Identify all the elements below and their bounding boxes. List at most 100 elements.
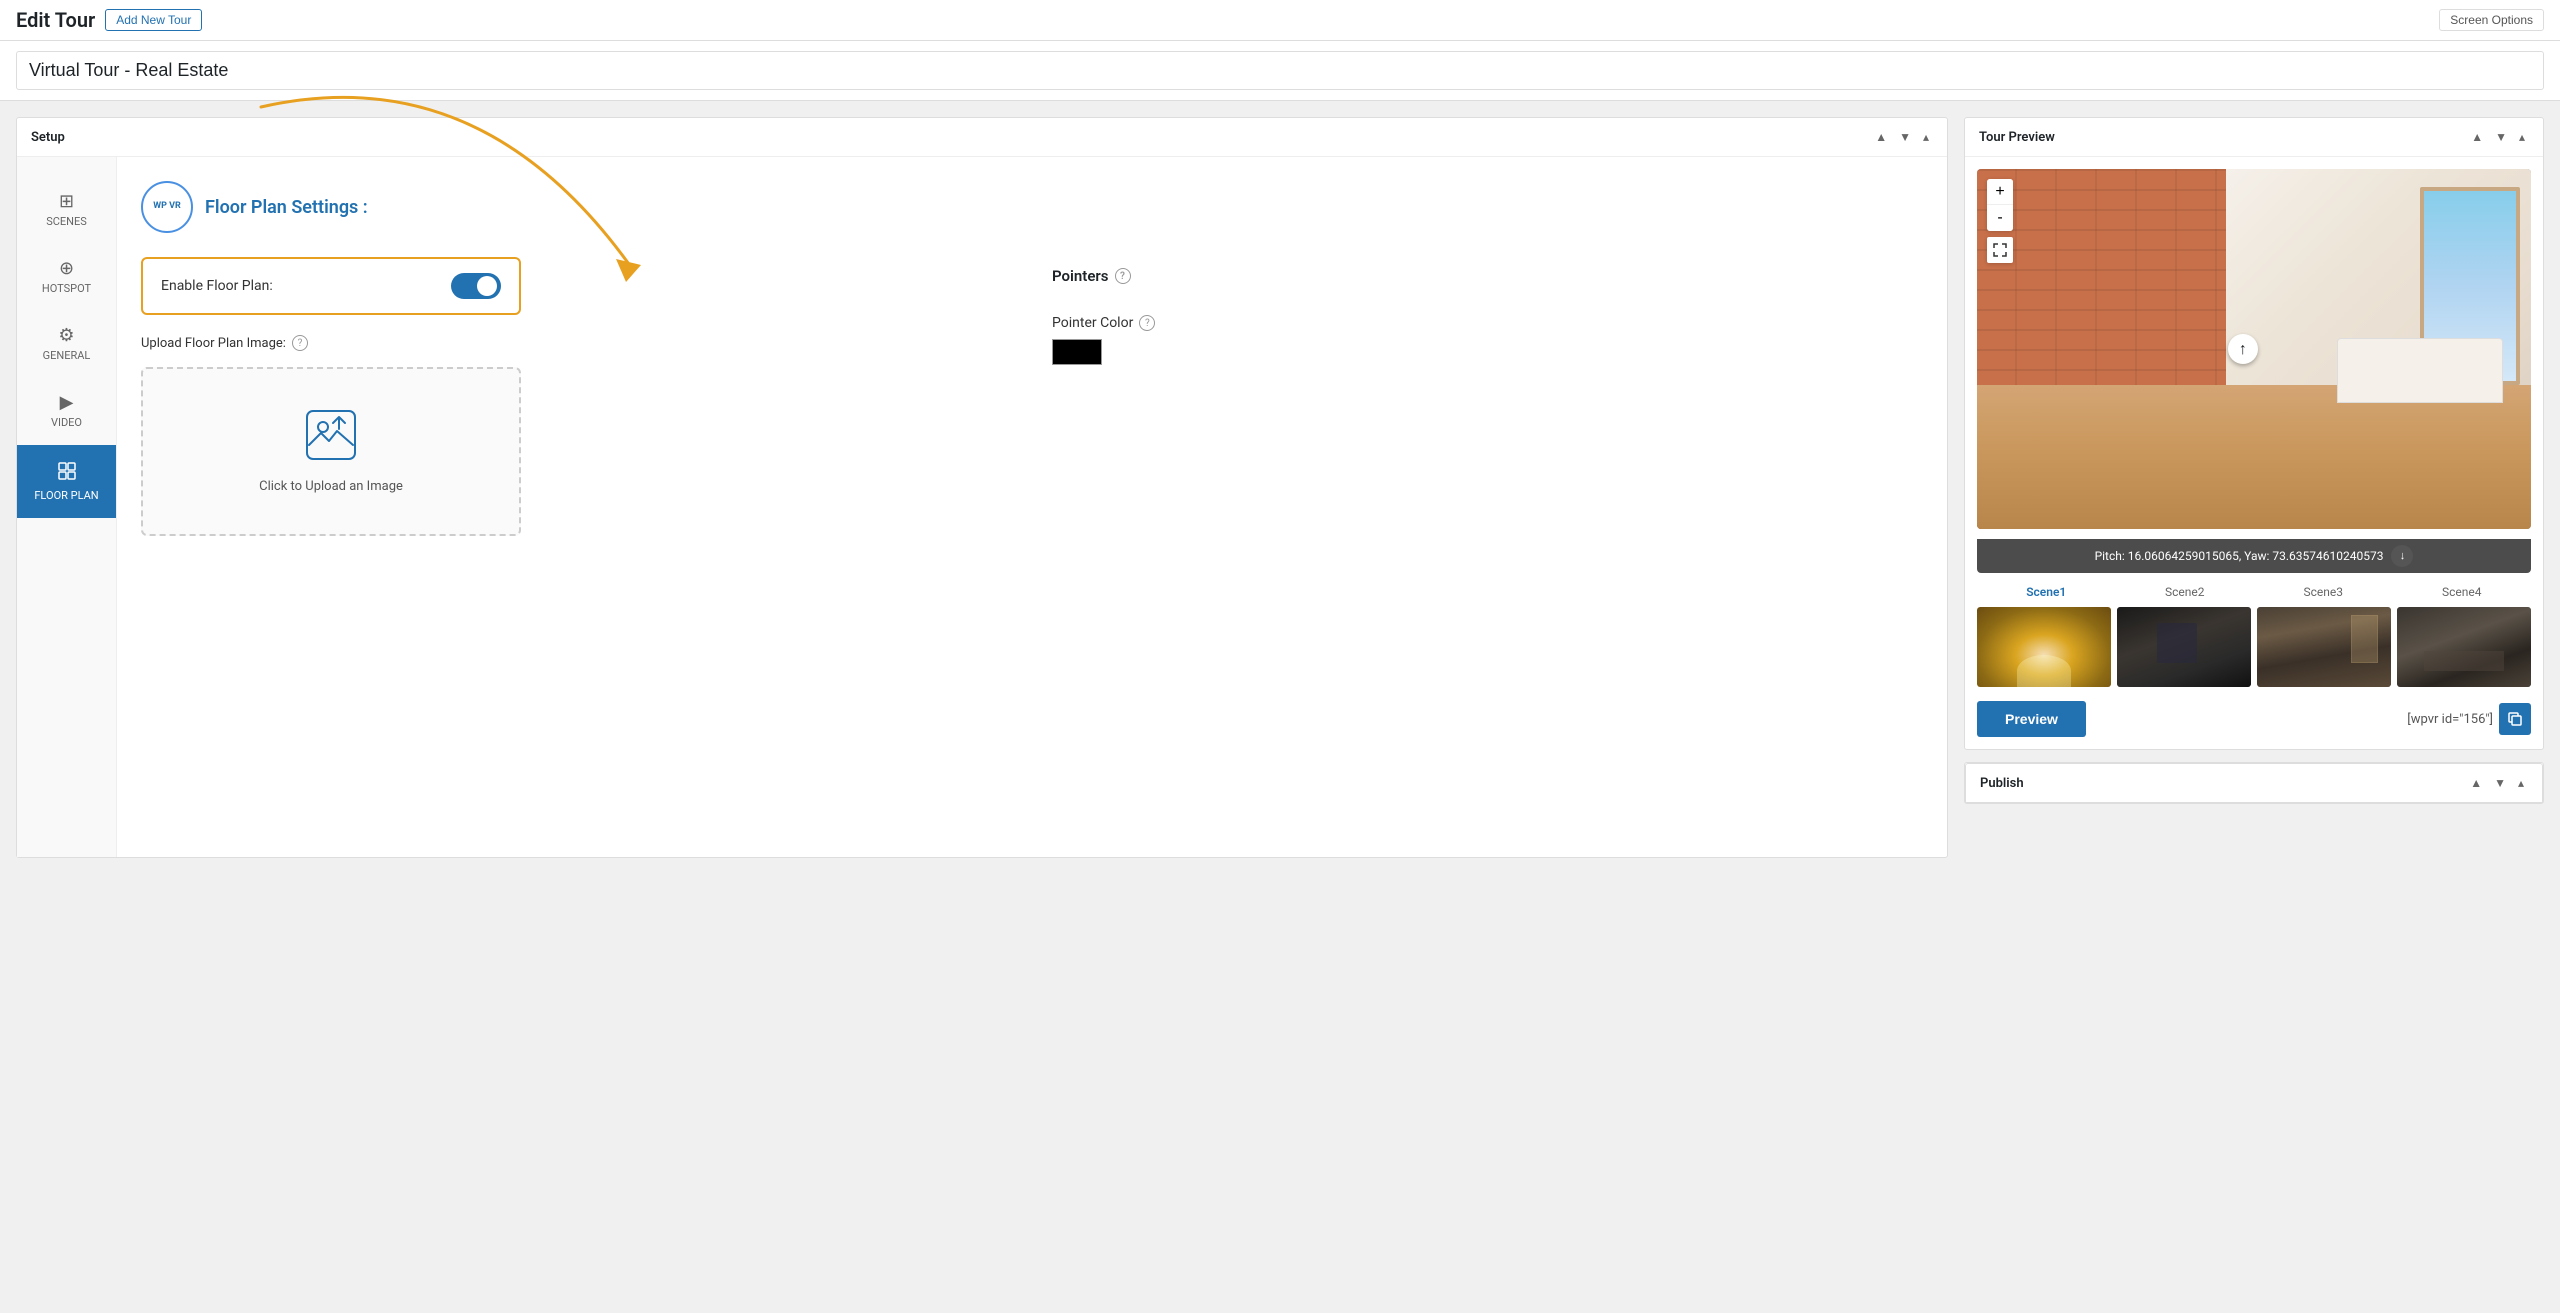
- setup-panel-title: Setup: [31, 130, 65, 145]
- main-layout: Setup ▲ ▼ ▴ ⊞ SCENES ⊕ HOTSPOT: [0, 101, 2560, 1294]
- general-icon: ⚙: [58, 327, 74, 345]
- zoom-in-button[interactable]: +: [1987, 179, 2013, 205]
- sidebar-item-hotspot[interactable]: ⊕ HOTSPOT: [17, 244, 116, 311]
- pointer-color-swatch[interactable]: [1052, 339, 1102, 365]
- scenes-icon: ⊞: [59, 193, 74, 211]
- upload-label-text: Upload Floor Plan Image:: [141, 336, 286, 351]
- publish-panel-header: Publish ▲ ▼ ▴: [1965, 763, 2543, 803]
- scene-tab-2[interactable]: Scene2: [2116, 585, 2255, 599]
- pitch-yaw-bar: Pitch: 16.06064259015065, Yaw: 73.635746…: [1977, 539, 2531, 573]
- screen-options-button[interactable]: Screen Options: [2439, 9, 2544, 31]
- publish-panel: Publish ▲ ▼ ▴: [1964, 762, 2544, 804]
- zoom-out-button[interactable]: -: [1987, 205, 2013, 231]
- preview-button[interactable]: Preview: [1977, 701, 2086, 737]
- tour-title-bar: [0, 41, 2560, 101]
- page-title: Edit Tour: [16, 8, 95, 32]
- preview-body: ↑ + -: [1965, 157, 2543, 749]
- shortcode-text: [wpvr id="156"]: [2407, 712, 2493, 727]
- preview-collapse-toggle[interactable]: ▴: [2515, 128, 2529, 146]
- floor: [1977, 385, 2531, 529]
- publish-panel-title: Publish: [1980, 776, 2024, 791]
- wpvr-logo-text: WP VR: [153, 202, 181, 212]
- pointer-color-label-text: Pointer Color: [1052, 315, 1133, 331]
- fp-content-layout: Enable Floor Plan: Upload Floor Plan Ima…: [141, 257, 1923, 536]
- preview-collapse-down[interactable]: ▼: [2491, 128, 2511, 146]
- publish-panel-controls: ▲ ▼ ▴: [2466, 774, 2528, 792]
- pointers-label: Pointers ?: [1052, 267, 1923, 285]
- setup-body: ⊞ SCENES ⊕ HOTSPOT ⚙ GENERAL ▶ VIDEO: [17, 157, 1947, 857]
- fp-right-col: Pointers ? Pointer Color ?: [1052, 257, 1923, 536]
- floorplan-icon: [57, 461, 77, 485]
- video-icon: ▶: [60, 394, 74, 412]
- tour-title-input[interactable]: [16, 51, 2544, 90]
- setup-panel-header: Setup ▲ ▼ ▴: [17, 118, 1947, 157]
- toggle-slider: [451, 273, 501, 299]
- setup-collapse-toggle[interactable]: ▴: [1919, 128, 1933, 146]
- sidebar-item-label-general: GENERAL: [43, 349, 91, 362]
- upload-text: Click to Upload an Image: [259, 479, 403, 494]
- fp-enable-row: Enable Floor Plan:: [141, 257, 521, 315]
- preview-footer: Preview [wpvr id="156"]: [1977, 701, 2531, 737]
- sidebar-item-general[interactable]: ⚙ GENERAL: [17, 311, 116, 378]
- sidebar-item-label-hotspot: HOTSPOT: [42, 282, 91, 295]
- publish-collapse-up[interactable]: ▲: [2466, 774, 2486, 792]
- setup-collapse-down[interactable]: ▼: [1895, 128, 1915, 146]
- shortcode-area: [wpvr id="156"]: [2407, 703, 2531, 735]
- scene-thumb-2[interactable]: [2117, 607, 2251, 687]
- sofa: [2337, 338, 2503, 403]
- publish-collapse-toggle[interactable]: ▴: [2514, 774, 2528, 792]
- sidebar: ⊞ SCENES ⊕ HOTSPOT ⚙ GENERAL ▶ VIDEO: [17, 157, 117, 857]
- setup-panel: Setup ▲ ▼ ▴ ⊞ SCENES ⊕ HOTSPOT: [16, 117, 1948, 858]
- scenes-header: Scene1 Scene2 Scene3 Scene4: [1977, 585, 2531, 599]
- scenes-strip: Scene1 Scene2 Scene3 Scene4: [1977, 585, 2531, 687]
- scene-thumb-4[interactable]: [2397, 607, 2531, 687]
- setup-collapse-up[interactable]: ▲: [1871, 128, 1891, 146]
- upload-icon: [305, 409, 357, 471]
- header-left: Edit Tour Add New Tour: [16, 8, 202, 32]
- header: Edit Tour Add New Tour Screen Options: [0, 0, 2560, 41]
- shortcode-copy-button[interactable]: [2499, 703, 2531, 735]
- scene-tab-3[interactable]: Scene3: [2254, 585, 2393, 599]
- upload-area[interactable]: Click to Upload an Image: [141, 367, 521, 536]
- tour-preview-title: Tour Preview: [1979, 130, 2055, 145]
- fp-left-col: Enable Floor Plan: Upload Floor Plan Ima…: [141, 257, 1012, 536]
- upload-info-icon[interactable]: ?: [292, 335, 308, 351]
- scene-thumb-1[interactable]: [1977, 607, 2111, 687]
- publish-collapse-down[interactable]: ▼: [2490, 774, 2510, 792]
- room-panorama: ↑: [1977, 169, 2531, 529]
- sidebar-item-floorplan[interactable]: FLOOR PLAN: [17, 445, 116, 518]
- sidebar-item-scenes[interactable]: ⊞ SCENES: [17, 177, 116, 244]
- pointer-color-info-icon[interactable]: ?: [1139, 315, 1155, 331]
- left-panel: Setup ▲ ▼ ▴ ⊞ SCENES ⊕ HOTSPOT: [16, 117, 1948, 1278]
- nav-up-icon: ↑: [2239, 339, 2247, 359]
- zoom-controls: + -: [1987, 179, 2013, 231]
- fp-upload-label: Upload Floor Plan Image: ?: [141, 335, 1012, 351]
- tour-preview-panel: Tour Preview ▲ ▼ ▴: [1964, 117, 2544, 750]
- pitch-yaw-download-button[interactable]: ↓: [2391, 545, 2413, 567]
- sidebar-item-label-video: VIDEO: [51, 416, 82, 429]
- setup-content: WP VR Floor Plan Settings :: [117, 157, 1947, 857]
- fp-enable-toggle[interactable]: [451, 273, 501, 299]
- fp-enable-label: Enable Floor Plan:: [161, 278, 273, 294]
- fp-title: Floor Plan Settings :: [205, 197, 368, 218]
- fullscreen-button[interactable]: [1987, 237, 2013, 263]
- add-new-button[interactable]: Add New Tour: [105, 9, 202, 31]
- pointer-color-label: Pointer Color ?: [1052, 315, 1923, 331]
- scene-thumbnails: [1977, 607, 2531, 687]
- scene-thumb-3[interactable]: [2257, 607, 2391, 687]
- nav-up-button[interactable]: ↑: [2228, 334, 2258, 364]
- fp-header: WP VR Floor Plan Settings :: [141, 181, 1923, 233]
- sidebar-item-label-scenes: SCENES: [46, 215, 87, 228]
- pointers-label-text: Pointers: [1052, 267, 1109, 285]
- scene-tab-4[interactable]: Scene4: [2393, 585, 2532, 599]
- preview-image-container: ↑ + -: [1977, 169, 2531, 529]
- right-panel: Tour Preview ▲ ▼ ▴: [1964, 117, 2544, 1278]
- preview-collapse-up[interactable]: ▲: [2467, 128, 2487, 146]
- sidebar-item-video[interactable]: ▶ VIDEO: [17, 378, 116, 445]
- tour-preview-header: Tour Preview ▲ ▼ ▴: [1965, 118, 2543, 157]
- pointer-color-section: Pointer Color ?: [1052, 315, 1923, 365]
- scene-tab-1[interactable]: Scene1: [1977, 585, 2116, 599]
- pointers-info-icon[interactable]: ?: [1115, 268, 1131, 284]
- sidebar-item-label-floorplan: FLOOR PLAN: [34, 489, 98, 502]
- wpvr-logo: WP VR: [141, 181, 193, 233]
